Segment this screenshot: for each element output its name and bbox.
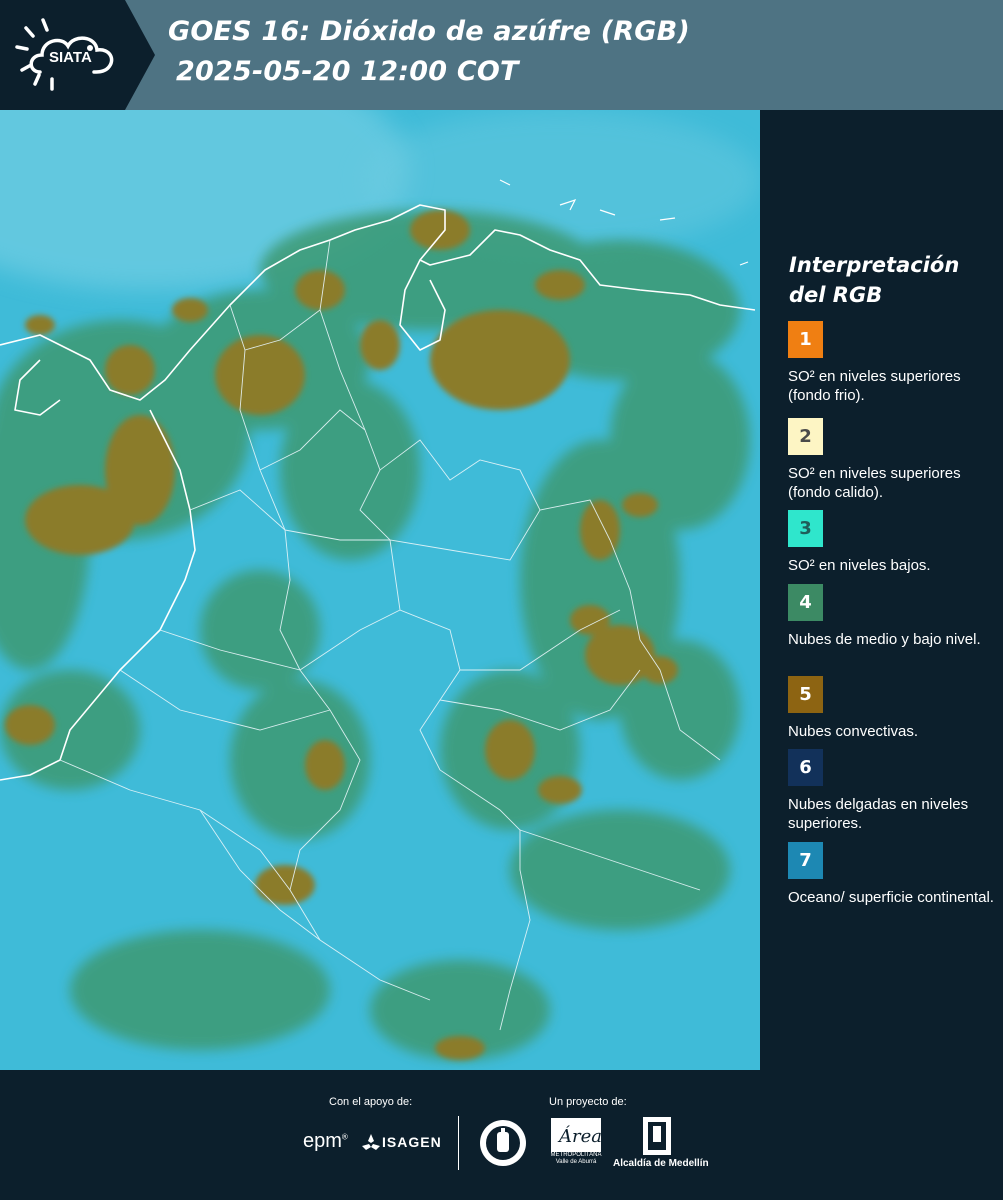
legend-swatch-5: 5 bbox=[788, 676, 823, 713]
isagen-logo: ISAGEN bbox=[382, 1134, 442, 1150]
legend-item-4: 4 Nubes de medio y bajo nivel. bbox=[788, 584, 1000, 649]
legend-swatch-2: 2 bbox=[788, 418, 823, 455]
legend-label-2: SO² en niveles superiores (fondo calido)… bbox=[788, 465, 961, 501]
legend-item-1: 1 SO² en niveles superiores (fondo frio)… bbox=[788, 321, 1000, 405]
area-metropolitana-label: METROPOLITANA Valle de Aburrá bbox=[550, 1152, 602, 1165]
epm-logo: epm® bbox=[303, 1130, 348, 1152]
footer: Con el apoyo de: Un proyecto de: epm® IS… bbox=[0, 1070, 1003, 1200]
legend-item-6: 6 Nubes delgadas en niveles superiores. bbox=[788, 749, 1000, 833]
epm-logo-text: epm bbox=[303, 1130, 342, 1152]
header-bar: SIATA GOES 16: Dióxido de azúfre (RGB) 2… bbox=[0, 0, 1003, 110]
svg-text:Área: Área bbox=[557, 1124, 601, 1147]
legend-title: Interpretación del RGB bbox=[789, 253, 960, 307]
legend-item-7: 7 Oceano/ superficie continental. bbox=[788, 842, 1000, 907]
legend-label-6: Nubes delgadas en niveles superiores. bbox=[788, 796, 969, 832]
legend-item-3: 3 SO² en niveles bajos. bbox=[788, 510, 1000, 575]
legend-item-5: 5 Nubes convectivas. bbox=[788, 676, 1000, 741]
footer-divider bbox=[458, 1116, 459, 1170]
legend-label-5: Nubes convectivas. bbox=[788, 723, 919, 740]
legend-label-7: Oceano/ superficie continental. bbox=[788, 889, 994, 906]
project-label: Un proyecto de: bbox=[549, 1096, 627, 1108]
legend-swatch-6: 6 bbox=[788, 749, 823, 786]
siata-logo-text: SIATA bbox=[49, 49, 92, 66]
area-metropolitana-logo: Área bbox=[551, 1118, 601, 1152]
legend-item-2: 2 SO² en niveles superiores (fondo calid… bbox=[788, 418, 1000, 502]
legend-swatch-4: 4 bbox=[788, 584, 823, 621]
medellin-seal-icon bbox=[480, 1120, 526, 1166]
satellite-image bbox=[0, 110, 760, 1070]
satellite-map bbox=[0, 110, 760, 1070]
legend-label-3: SO² en niveles bajos. bbox=[788, 557, 931, 574]
legend-swatch-1: 1 bbox=[788, 321, 823, 358]
rgb-legend: Interpretación del RGB 1 SO² en niveles … bbox=[760, 110, 1003, 1070]
siata-logo: SIATA bbox=[0, 0, 155, 110]
legend-label-4: Nubes de medio y bajo nivel. bbox=[788, 631, 981, 648]
support-label: Con el apoyo de: bbox=[329, 1096, 413, 1108]
page-title: GOES 16: Dióxido de azúfre (RGB) bbox=[168, 16, 690, 47]
legend-label-1: SO² en niveles superiores (fondo frio). bbox=[788, 368, 961, 404]
legend-swatch-7: 7 bbox=[788, 842, 823, 879]
alcaldia-medellin-label: Alcaldía de Medellín bbox=[613, 1158, 709, 1169]
legend-swatch-3: 3 bbox=[788, 510, 823, 547]
isagen-logo-icon bbox=[362, 1134, 380, 1150]
alcaldia-medellin-logo bbox=[643, 1117, 671, 1155]
page-timestamp: 2025-05-20 12:00 COT bbox=[176, 56, 519, 87]
